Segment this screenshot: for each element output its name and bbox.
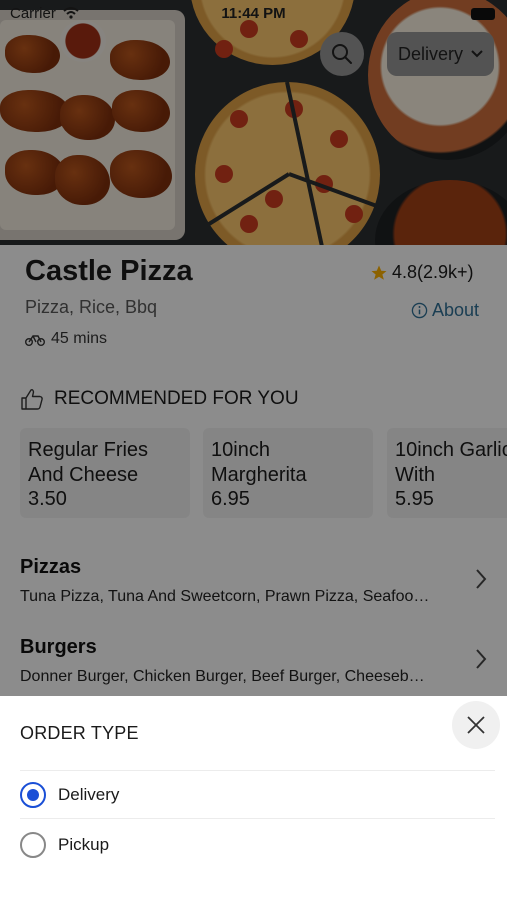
- order-option-pickup[interactable]: Pickup: [20, 823, 495, 867]
- order-option-delivery[interactable]: Delivery: [20, 773, 495, 817]
- order-type-sheet: ORDER TYPE Delivery Pickup: [0, 696, 507, 900]
- divider: [20, 770, 495, 771]
- option-label: Pickup: [58, 835, 110, 854]
- option-label: Delivery: [58, 785, 120, 804]
- sheet-title: ORDER TYPE: [20, 723, 139, 743]
- close-icon: [467, 716, 485, 734]
- radio-unselected[interactable]: [20, 832, 46, 858]
- close-button[interactable]: [452, 701, 500, 749]
- modal-backdrop[interactable]: [0, 0, 507, 696]
- radio-selected[interactable]: [20, 782, 46, 808]
- divider: [20, 818, 495, 819]
